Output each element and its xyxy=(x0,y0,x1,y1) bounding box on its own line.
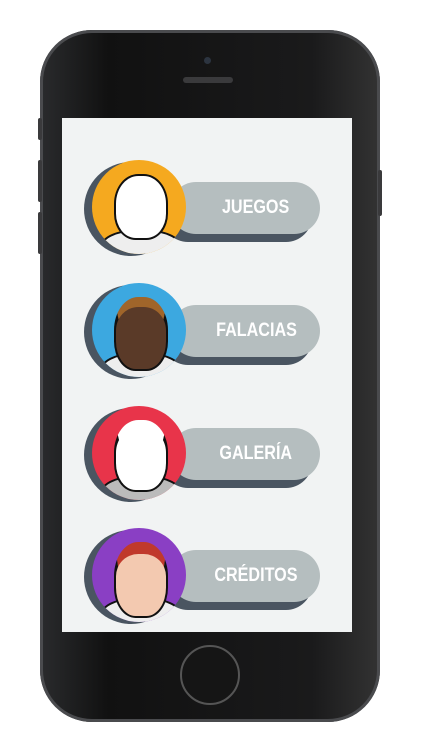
menu-item-creditos[interactable]: CRÉDITOS xyxy=(62,508,352,624)
home-button[interactable] xyxy=(180,645,240,705)
menu-item-galeria[interactable]: GALERÍA xyxy=(62,386,352,502)
mute-switch xyxy=(38,118,42,140)
volume-down-button xyxy=(38,212,42,254)
mustached-man-portrait-icon xyxy=(92,160,186,254)
creditos-button[interactable]: CRÉDITOS xyxy=(170,550,320,602)
power-button xyxy=(378,170,382,216)
volume-up-button xyxy=(38,160,42,202)
camera-icon xyxy=(204,57,211,64)
galeria-button[interactable]: GALERÍA xyxy=(170,428,320,480)
menu-item-falacias[interactable]: FALACIAS xyxy=(62,263,352,379)
app-screen: JUEGOS FALACIAS GALERÍA CRÉDITOS xyxy=(62,118,352,632)
juegos-button[interactable]: JUEGOS xyxy=(170,182,320,234)
woman-with-scissors-portrait-icon xyxy=(92,283,186,377)
man-with-cap-portrait-icon xyxy=(92,406,186,500)
speaker-grille xyxy=(183,77,233,83)
falacias-button[interactable]: FALACIAS xyxy=(170,305,320,357)
red-haired-woman-portrait-icon xyxy=(92,528,186,622)
menu-item-juegos[interactable]: JUEGOS xyxy=(62,140,352,256)
